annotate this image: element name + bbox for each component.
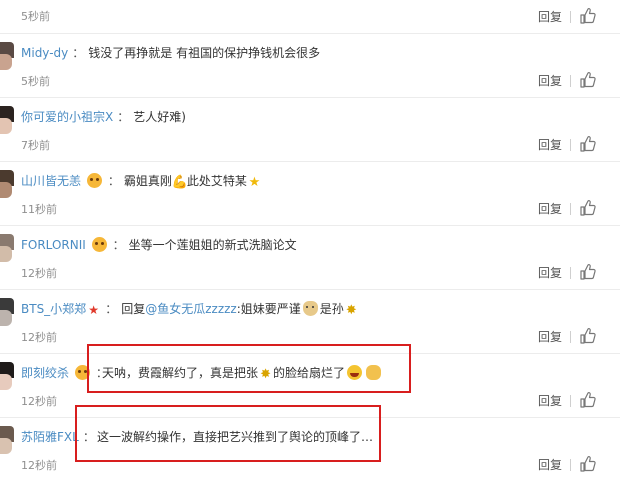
comment-text: 回复 <box>121 302 146 316</box>
sparkle-icon: ✸ <box>345 303 357 318</box>
avatar[interactable] <box>0 362 14 390</box>
avatar[interactable] <box>0 234 14 262</box>
divider <box>570 331 571 343</box>
comment-time: 11秒前 <box>21 203 57 216</box>
comment-text: 是孙 <box>319 302 344 316</box>
flexed-arm-icon: 💪 <box>171 175 189 190</box>
reply-button[interactable]: 回复 <box>538 137 562 153</box>
comment-time: 5秒前 <box>21 10 50 23</box>
reply-button[interactable]: 回复 <box>538 73 562 89</box>
comment-text: 霸姐真刚 <box>123 174 172 188</box>
comment-username[interactable]: Midy-dy <box>21 46 68 60</box>
comment-username[interactable]: 山川皆无恙 <box>21 174 81 188</box>
divider <box>570 203 571 215</box>
reply-button[interactable]: 回复 <box>538 201 562 217</box>
comment-time: 12秒前 <box>21 331 57 344</box>
thumbs-up-icon[interactable] <box>580 7 596 24</box>
divider <box>570 267 571 279</box>
thumbs-up-icon[interactable] <box>580 327 596 344</box>
divider <box>570 395 571 407</box>
comment-time: 12秒前 <box>21 395 57 408</box>
comment-time: 12秒前 <box>21 267 57 280</box>
avatar[interactable] <box>0 170 14 198</box>
colon-separator: ： <box>112 238 125 252</box>
reply-button[interactable]: 回复 <box>538 329 562 345</box>
colon-separator: ： <box>105 302 118 316</box>
avatar[interactable] <box>0 106 14 134</box>
comment-item: FORLORNII ：坐等一个莲姐姐的新式洗脑论文 12秒前 回复 <box>0 226 620 290</box>
avatar[interactable] <box>0 298 14 326</box>
crown-emoji-icon <box>86 173 102 188</box>
comment-time: 7秒前 <box>21 139 50 152</box>
reply-button[interactable]: 回复 <box>538 393 562 409</box>
doge-emoji-icon <box>302 301 318 316</box>
highlight-box <box>87 344 411 393</box>
thumbs-up-icon[interactable] <box>580 199 596 216</box>
avatar[interactable] <box>0 426 14 454</box>
comment-item: 你可爱的小祖宗X ：艺人好难) 7秒前 回复 <box>0 98 620 162</box>
thumbs-up-icon[interactable] <box>580 71 596 88</box>
reply-button[interactable]: 回复 <box>538 9 562 25</box>
comment-username[interactable]: 即刻绞杀 <box>21 366 69 380</box>
reply-button[interactable]: 回复 <box>538 457 562 473</box>
colon-separator: ： <box>72 46 85 60</box>
comment-text: 坐等一个莲姐姐的新式洗脑论文 <box>128 238 297 252</box>
comment-time: 12秒前 <box>21 459 57 472</box>
comment-text: 钱没了再挣就是 有祖国的保护挣钱机会很多 <box>88 46 321 60</box>
divider <box>570 139 571 151</box>
star-icon: ★ <box>248 175 261 190</box>
comment-text: 艺人好难) <box>133 110 186 124</box>
comment-username[interactable]: 苏陌雅FXL <box>21 430 79 444</box>
colon-separator: ： <box>117 110 130 124</box>
comment-item: 山川皆无恙 ：霸姐真刚💪此处艾特某 ★ 11秒前 回复 <box>0 162 620 226</box>
comment-username[interactable]: 你可爱的小祖宗X <box>21 110 113 124</box>
mention-link[interactable]: @鱼女无瓜zzzzz <box>145 302 237 316</box>
divider <box>570 11 571 23</box>
thumbs-up-icon[interactable] <box>580 135 596 152</box>
crown-emoji-icon <box>91 237 107 252</box>
avatar[interactable] <box>0 42 14 70</box>
reply-button[interactable]: 回复 <box>538 265 562 281</box>
divider <box>570 459 571 471</box>
comment-feed: 5秒前 回复 Midy-dy：钱没了再挣就是 有祖国的保护挣钱机会很多 5秒前 … <box>0 0 620 479</box>
comment-item: Midy-dy ：钱没了再挣就是 有祖国的保护挣钱机会很多 5秒前 回复 <box>0 34 620 98</box>
highlight-box <box>75 405 381 462</box>
thumbs-up-icon[interactable] <box>580 391 596 408</box>
comment-text: 此处艾特某 <box>186 174 247 188</box>
comment-username[interactable]: BTS_小郑郑 <box>21 302 86 316</box>
comment-text: :姐妹要严谨 <box>236 302 301 316</box>
colon-separator: ： <box>107 174 120 188</box>
thumbs-up-icon[interactable] <box>580 263 596 280</box>
red-star-icon: ★ <box>88 303 100 317</box>
thumbs-up-icon[interactable] <box>580 455 596 472</box>
comment-username[interactable]: FORLORNII <box>21 238 86 252</box>
comment-time: 5秒前 <box>21 75 50 88</box>
comment-item: 5秒前 回复 <box>0 0 620 34</box>
divider <box>570 75 571 87</box>
